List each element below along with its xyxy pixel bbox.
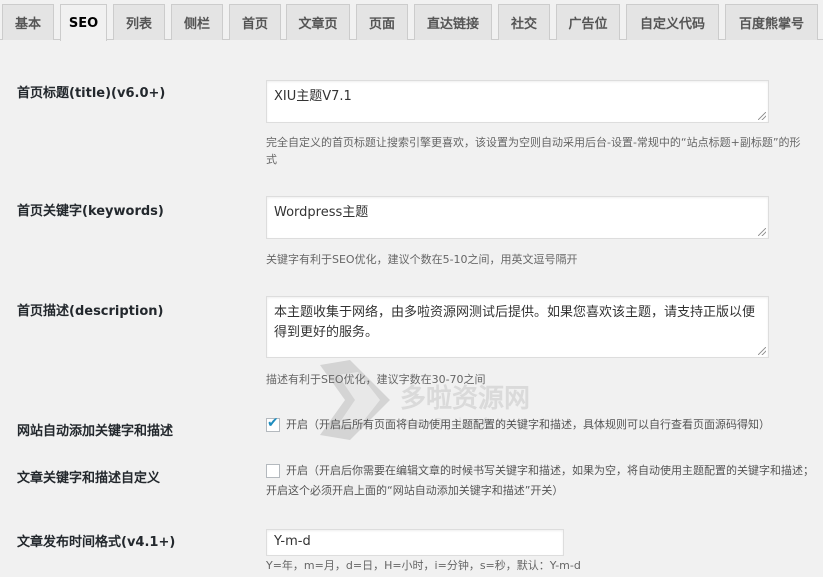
checkmark-icon: ✔ (267, 415, 279, 431)
tab-custom-code[interactable]: 自定义代码 (626, 4, 719, 40)
home-keywords-textarea[interactable]: Wordpress主题 (266, 196, 769, 239)
auto-keywords-label: 网站自动添加关键字和描述 (17, 424, 174, 439)
tab-baidu-xzh[interactable]: 百度熊掌号 (725, 4, 818, 40)
date-format-description: Y=年，m=月，d=日，H=小时，i=分钟，s=秒，默认：Y-m-d (266, 559, 581, 572)
date-format-input[interactable]: Y-m-d (266, 529, 564, 556)
tab-social[interactable]: 社交 (498, 4, 550, 40)
auto-keywords-text: 开启（开启后所有页面将自动使用主题配置的关键字和描述，具体规则可以自行查看页面源… (286, 418, 770, 431)
tab-sidebar[interactable]: 侧栏 (171, 4, 223, 40)
auto-keywords-checkbox[interactable]: ✔ (266, 415, 280, 432)
tab-page[interactable]: 页面 (356, 4, 408, 40)
resize-handle-icon[interactable] (758, 112, 766, 120)
tab-list[interactable]: 列表 (113, 4, 165, 40)
post-custom-keywords-label: 文章关键字和描述自定义 (17, 471, 161, 486)
settings-tab-bar: 基本 SEO 列表 侧栏 首页 文章页 页面 直达链接 社交 广告位 自定义代码… (0, 0, 823, 41)
home-description-value: 本主题收集于网络，由多啦资源网测试后提供。如果您喜欢该主题，请支持正版以便得到更… (274, 305, 756, 340)
home-keywords-description: 关键字有利于SEO优化，建议个数在5-10之间，用英文逗号隔开 (266, 253, 578, 266)
home-title-value: XIU主题V7.1 (274, 89, 352, 104)
tab-direct-links[interactable]: 直达链接 (414, 4, 492, 40)
home-keywords-value: Wordpress主题 (274, 205, 369, 220)
date-format-label: 文章发布时间格式(v4.1+) (17, 535, 176, 550)
post-custom-keywords-text: 开启（开启后你需要在编辑文章的时候书写关键字和描述，如果为空，将自动使用主题配置… (266, 464, 814, 497)
tab-basic[interactable]: 基本 (2, 4, 54, 40)
tab-post[interactable]: 文章页 (286, 4, 350, 40)
home-title-description: 完全自定义的首页标题让搜索引擎更喜欢，该设置为空则自动采用后台-设置-常规中的“… (266, 136, 801, 166)
home-title-label: 首页标题(title)(v6.0+) (17, 86, 166, 101)
home-description-hint: 描述有利于SEO优化，建议字数在30-70之间 (266, 373, 486, 386)
home-keywords-label: 首页关键字(keywords) (17, 204, 164, 219)
resize-handle-icon[interactable] (758, 228, 766, 236)
resize-handle-icon[interactable] (758, 347, 766, 355)
home-description-label: 首页描述(description) (17, 304, 164, 319)
date-format-value: Y-m-d (274, 534, 311, 549)
home-title-textarea[interactable]: XIU主题V7.1 (266, 80, 769, 123)
tab-home[interactable]: 首页 (229, 4, 281, 40)
home-description-textarea[interactable]: 本主题收集于网络，由多啦资源网测试后提供。如果您喜欢该主题，请支持正版以便得到更… (266, 296, 769, 358)
tab-seo[interactable]: SEO (60, 4, 107, 41)
tab-ads[interactable]: 广告位 (556, 4, 620, 40)
